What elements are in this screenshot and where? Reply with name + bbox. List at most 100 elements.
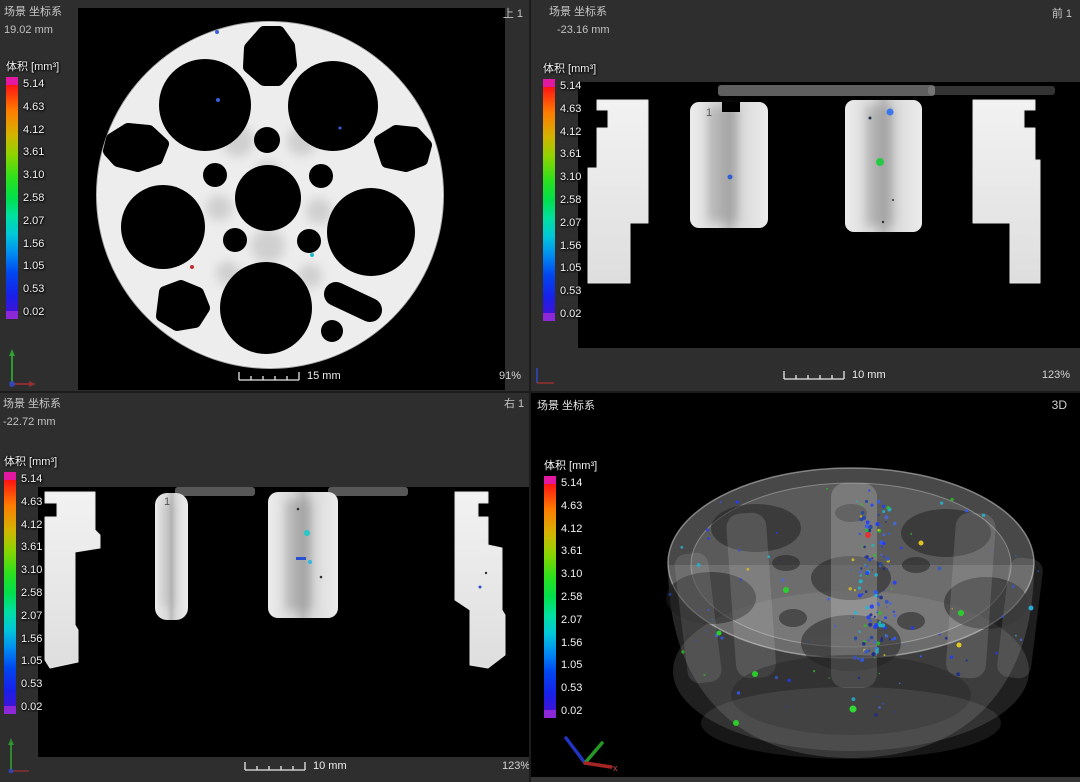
legend-value: 2.58 [21, 587, 42, 599]
legend-cap-bottom [4, 706, 16, 714]
legend-colorbar[interactable] [543, 79, 555, 321]
annotation-marker: 1 [706, 107, 712, 119]
orientation-label-top: 上 1 [503, 5, 523, 21]
coordinate-system-label: 场景 坐标系 [3, 395, 61, 413]
legend-value: 0.02 [561, 705, 582, 717]
svg-text:x: x [613, 763, 618, 773]
legend-gradient-bar [543, 87, 555, 313]
scale-ruler-icon [244, 760, 306, 772]
legend-cap-bottom [543, 313, 555, 321]
legend-value: 0.02 [21, 701, 42, 713]
legend-value: 1.56 [560, 240, 581, 252]
legend-labels: 5.144.634.123.613.102.582.071.561.050.53… [561, 476, 582, 717]
legend-value: 2.07 [21, 610, 42, 622]
legend-value: 4.63 [560, 103, 581, 115]
legend-value: 3.10 [23, 169, 44, 181]
coordinate-system-label: 场景 坐标系 [549, 3, 610, 21]
legend-colorbar[interactable] [4, 472, 16, 714]
volume-legend: 体积 [mm³] 5.144.634.123.613.102.582.071.5… [543, 60, 596, 321]
ct-slice-top-image [78, 8, 505, 390]
zoom-percentage: 91% [499, 370, 521, 382]
ct-analysis-window: 场景 坐标系 19.02 mm 上 1 体积 [mm³] 5.14 4.63 4.1… [0, 0, 1080, 782]
scale-bar: 15 mm [238, 370, 341, 382]
legend-value: 2.07 [23, 215, 44, 227]
legend-value: 4.63 [561, 500, 582, 512]
legend-value: 3.10 [561, 568, 582, 580]
legend-cap-top [543, 79, 555, 87]
volume-legend: 体积 [mm³] 5.144.634.123.613.102.582.071.5… [6, 58, 59, 319]
legend-value: 1.56 [561, 637, 582, 649]
legend-title: 体积 [mm³] [4, 453, 57, 469]
legend-value: 0.02 [560, 308, 581, 320]
scale-bar: 10 mm [783, 369, 886, 381]
legend-title: 体积 [mm³] [6, 58, 59, 74]
legend-value: 1.05 [561, 659, 582, 671]
viewport-top-slice: 场景 坐标系 19.02 mm 上 1 体积 [mm³] 5.144.634.1… [0, 0, 529, 391]
legend-title: 体积 [mm³] [544, 457, 597, 473]
legend-value: 2.07 [561, 614, 582, 626]
orientation-label-right: 右 1 [504, 395, 524, 411]
legend-gradient-bar [4, 480, 16, 706]
zoom-percentage: 123% [502, 760, 529, 772]
ct-slice-front-image: 1 [578, 82, 1080, 348]
volume-legend: 体积 [mm³] 5.14 4.63 4.12 3.61 3.10 2.58 2.07 1.5… [4, 453, 57, 714]
legend-value: 4.12 [21, 519, 42, 531]
legend-value: 4.12 [560, 126, 581, 138]
legend-value: 3.10 [560, 171, 581, 183]
legend-colorbar[interactable] [6, 77, 18, 319]
legend-value: 1.56 [21, 633, 42, 645]
legend-value: 3.61 [21, 541, 42, 553]
legend-cap-top [4, 472, 16, 480]
legend-cap-top [544, 476, 556, 484]
legend-value: 5.14 [560, 80, 581, 92]
slice-canvas-front[interactable]: 1 [578, 82, 1080, 348]
legend-value: 1.05 [560, 262, 581, 274]
legend-value: 3.61 [23, 146, 44, 158]
axis-indicator-icon [4, 346, 38, 390]
scale-label: 10 mm [313, 760, 347, 772]
viewport-3d: 场景 坐标系 3D 体积 [mm³] 5.144.634.123.613.102… [531, 393, 1080, 782]
slice-canvas-right[interactable]: 1 [38, 487, 529, 757]
slice-position: -23.16 mm [557, 21, 610, 39]
legend-labels: 5.144.634.123.613.102.582.071.561.050.53… [23, 77, 44, 318]
legend-labels: 5.144.634.123.613.102.582.071.561.050.53… [21, 472, 42, 713]
legend-value: 2.07 [560, 217, 581, 229]
legend-value: 4.12 [561, 523, 582, 535]
scale-ruler-icon [783, 369, 845, 381]
legend-value: 0.02 [23, 306, 44, 318]
legend-value: 4.12 [23, 124, 44, 136]
slice-position: 19.02 mm [4, 21, 62, 39]
legend-value: 5.14 [21, 473, 42, 485]
legend-cap-top [6, 77, 18, 85]
orientation-label-front: 前 1 [1052, 5, 1072, 21]
axis-indicator-icon [4, 735, 34, 777]
legend-cap-bottom [544, 710, 556, 718]
legend-value: 3.10 [21, 564, 42, 576]
legend-value: 1.05 [23, 260, 44, 272]
scale-bar: 10 mm [244, 760, 347, 772]
legend-value: 0.53 [21, 678, 42, 690]
legend-labels: 5.144.634.123.613.102.582.071.561.050.53… [560, 79, 581, 320]
viewport-right-slice: 1 场景 坐标系 -22.72 mm [0, 393, 529, 782]
legend-value: 2.58 [561, 591, 582, 603]
ct-slice-right-image: 1 [38, 487, 529, 757]
legend-value: 5.14 [23, 78, 44, 90]
slice-position: -22.72 mm [3, 413, 61, 431]
legend-value: 2.58 [23, 192, 44, 204]
coordinate-system-label: 场景 坐标系 [537, 397, 595, 415]
legend-colorbar[interactable] [544, 476, 556, 718]
legend-cap-bottom [6, 311, 18, 319]
axis-indicator-icon [532, 364, 558, 388]
legend-value: 4.63 [23, 101, 44, 113]
legend-value: 3.61 [561, 545, 582, 557]
legend-value: 4.63 [21, 496, 42, 508]
legend-value: 3.61 [560, 148, 581, 160]
scale-ruler-icon [238, 370, 300, 382]
legend-value: 5.14 [561, 477, 582, 489]
scale-label: 10 mm [852, 369, 886, 381]
legend-value: 2.58 [560, 194, 581, 206]
scale-label: 15 mm [307, 370, 341, 382]
slice-canvas-top[interactable] [78, 8, 505, 390]
zoom-percentage: 123% [1042, 369, 1070, 381]
legend-gradient-bar [544, 484, 556, 710]
